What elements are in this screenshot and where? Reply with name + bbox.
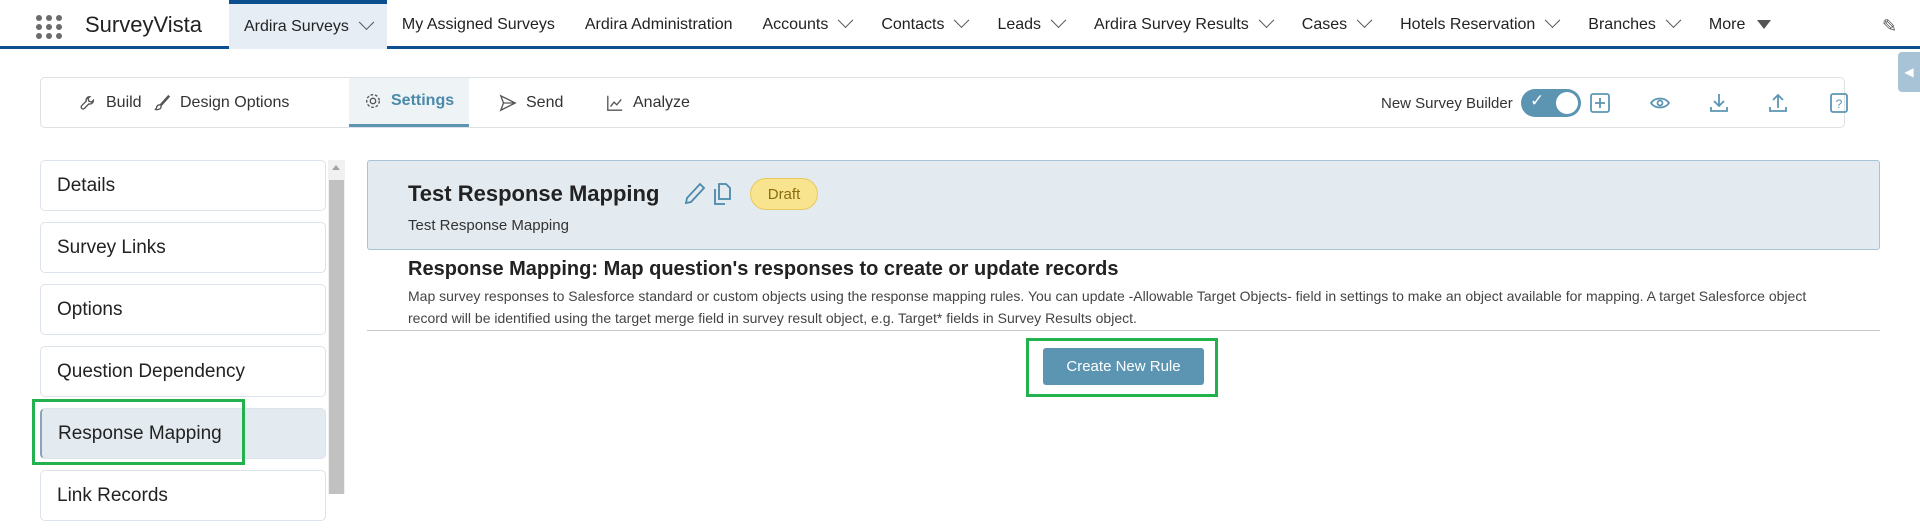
chevron-down-icon[interactable] xyxy=(1545,12,1561,29)
new-survey-builder-toggle[interactable]: ✓ xyxy=(1521,89,1581,117)
preview-eye-icon[interactable] xyxy=(1649,92,1671,114)
nav-tab-label: Contacts xyxy=(881,15,945,33)
top-nav: SurveyVista Ardira Surveys My Assigned Su… xyxy=(0,0,1920,49)
gear-icon xyxy=(366,94,380,108)
nav-tab-label: My Assigned Surveys xyxy=(401,15,555,33)
chevron-down-icon[interactable] xyxy=(954,12,970,29)
nav-tab-label: Ardira Administration xyxy=(584,15,733,33)
nav-tab-label: Leads xyxy=(997,15,1042,33)
nav-tab-ardira-surveys[interactable]: Ardira Surveys xyxy=(229,0,387,49)
nav-more[interactable]: More xyxy=(1694,0,1786,49)
sidebar-item-question-dependency[interactable]: Question Dependency xyxy=(40,346,326,397)
wrench-icon xyxy=(80,95,95,110)
chevron-down-icon[interactable] xyxy=(1356,12,1373,29)
edit-pencil-icon[interactable] xyxy=(683,181,707,207)
new-survey-builder-label: New Survey Builder xyxy=(1381,95,1513,112)
divider xyxy=(367,330,1880,331)
status-badge: Draft xyxy=(750,178,818,210)
nav-tab-label: Accounts xyxy=(762,15,829,33)
chevron-down-icon[interactable] xyxy=(838,12,854,29)
nav-tab-my-assigned-surveys[interactable]: My Assigned Surveys xyxy=(387,0,570,49)
section-heading: Response Mapping: Map question's respons… xyxy=(408,258,1119,280)
chevron-down-icon[interactable] xyxy=(1258,12,1275,29)
svg-text:?: ? xyxy=(1836,97,1843,111)
help-icon[interactable]: ? xyxy=(1828,92,1850,114)
nav-tab-contacts[interactable]: Contacts xyxy=(866,0,982,49)
edit-nav-pencil-icon[interactable]: ✎ xyxy=(1882,16,1897,37)
upload-icon[interactable] xyxy=(1767,92,1789,114)
highlight-box-response-mapping xyxy=(32,399,245,465)
copy-icon[interactable] xyxy=(710,181,734,207)
chevron-down-icon[interactable] xyxy=(1050,12,1067,29)
sidebar-item-link-records[interactable]: Link Records xyxy=(40,470,326,521)
chevron-down-icon[interactable] xyxy=(358,14,375,31)
nav-more-label: More xyxy=(1708,15,1746,33)
nav-tab-accounts[interactable]: Accounts xyxy=(748,0,867,49)
sidebar-item-survey-links[interactable]: Survey Links xyxy=(40,222,326,273)
settings-sidebar: Details Survey Links Options Question Depen… xyxy=(40,160,326,532)
tab-analyze[interactable]: Analyze xyxy=(606,78,690,127)
chevron-down-icon[interactable] xyxy=(1665,12,1682,29)
nav-tab-label: Ardira Surveys xyxy=(244,17,349,35)
survey-header: Test Response Mapping Draft Test Respons… xyxy=(367,160,1880,250)
tab-design-options[interactable]: Design Options xyxy=(153,78,289,127)
download-icon[interactable] xyxy=(1708,92,1730,114)
side-panel-toggle[interactable]: ◀ xyxy=(1898,52,1920,92)
tab-build[interactable]: Build xyxy=(79,78,142,127)
nav-tab-ardira-administration[interactable]: Ardira Administration xyxy=(570,0,748,49)
nav-tab-label: Ardira Survey Results xyxy=(1094,15,1249,33)
nav-tab-label: Hotels Reservation xyxy=(1400,15,1536,33)
section-description: Map survey responses to Salesforce stand… xyxy=(408,288,1807,326)
highlight-box-create-rule xyxy=(1026,338,1218,397)
check-icon: ✓ xyxy=(1530,91,1545,110)
send-icon xyxy=(499,93,517,112)
app-launcher-icon[interactable] xyxy=(36,15,62,39)
chart-line-icon xyxy=(607,95,623,111)
nav-tab-branches[interactable]: Branches xyxy=(1573,0,1694,49)
nav-tabs: Ardira Surveys My Assigned Surveys Ardira … xyxy=(229,0,1786,49)
nav-tab-label: Cases xyxy=(1301,15,1348,33)
survey-subtitle: Test Response Mapping xyxy=(408,217,569,234)
add-icon[interactable] xyxy=(1589,92,1611,114)
nav-tab-leads[interactable]: Leads xyxy=(982,0,1079,49)
nav-tab-ardira-survey-results[interactable]: Ardira Survey Results xyxy=(1079,0,1287,49)
sidebar-item-options[interactable]: Options xyxy=(40,284,326,335)
survey-toolbar: Build Design Options Settings Send Analy… xyxy=(40,77,1848,128)
caret-down-icon xyxy=(1757,20,1772,29)
nav-tab-cases[interactable]: Cases xyxy=(1287,0,1385,49)
sidebar-scrollbar[interactable] xyxy=(328,160,345,494)
tab-settings[interactable]: Settings xyxy=(349,78,470,127)
brush-icon xyxy=(154,94,171,110)
tab-send[interactable]: Send xyxy=(499,78,563,127)
app-name: SurveyVista xyxy=(85,12,202,37)
nav-tab-hotels-reservation[interactable]: Hotels Reservation xyxy=(1385,0,1573,49)
sidebar-item-details[interactable]: Details xyxy=(40,160,326,211)
survey-title: Test Response Mapping xyxy=(408,181,660,206)
nav-tab-label: Branches xyxy=(1588,15,1656,33)
